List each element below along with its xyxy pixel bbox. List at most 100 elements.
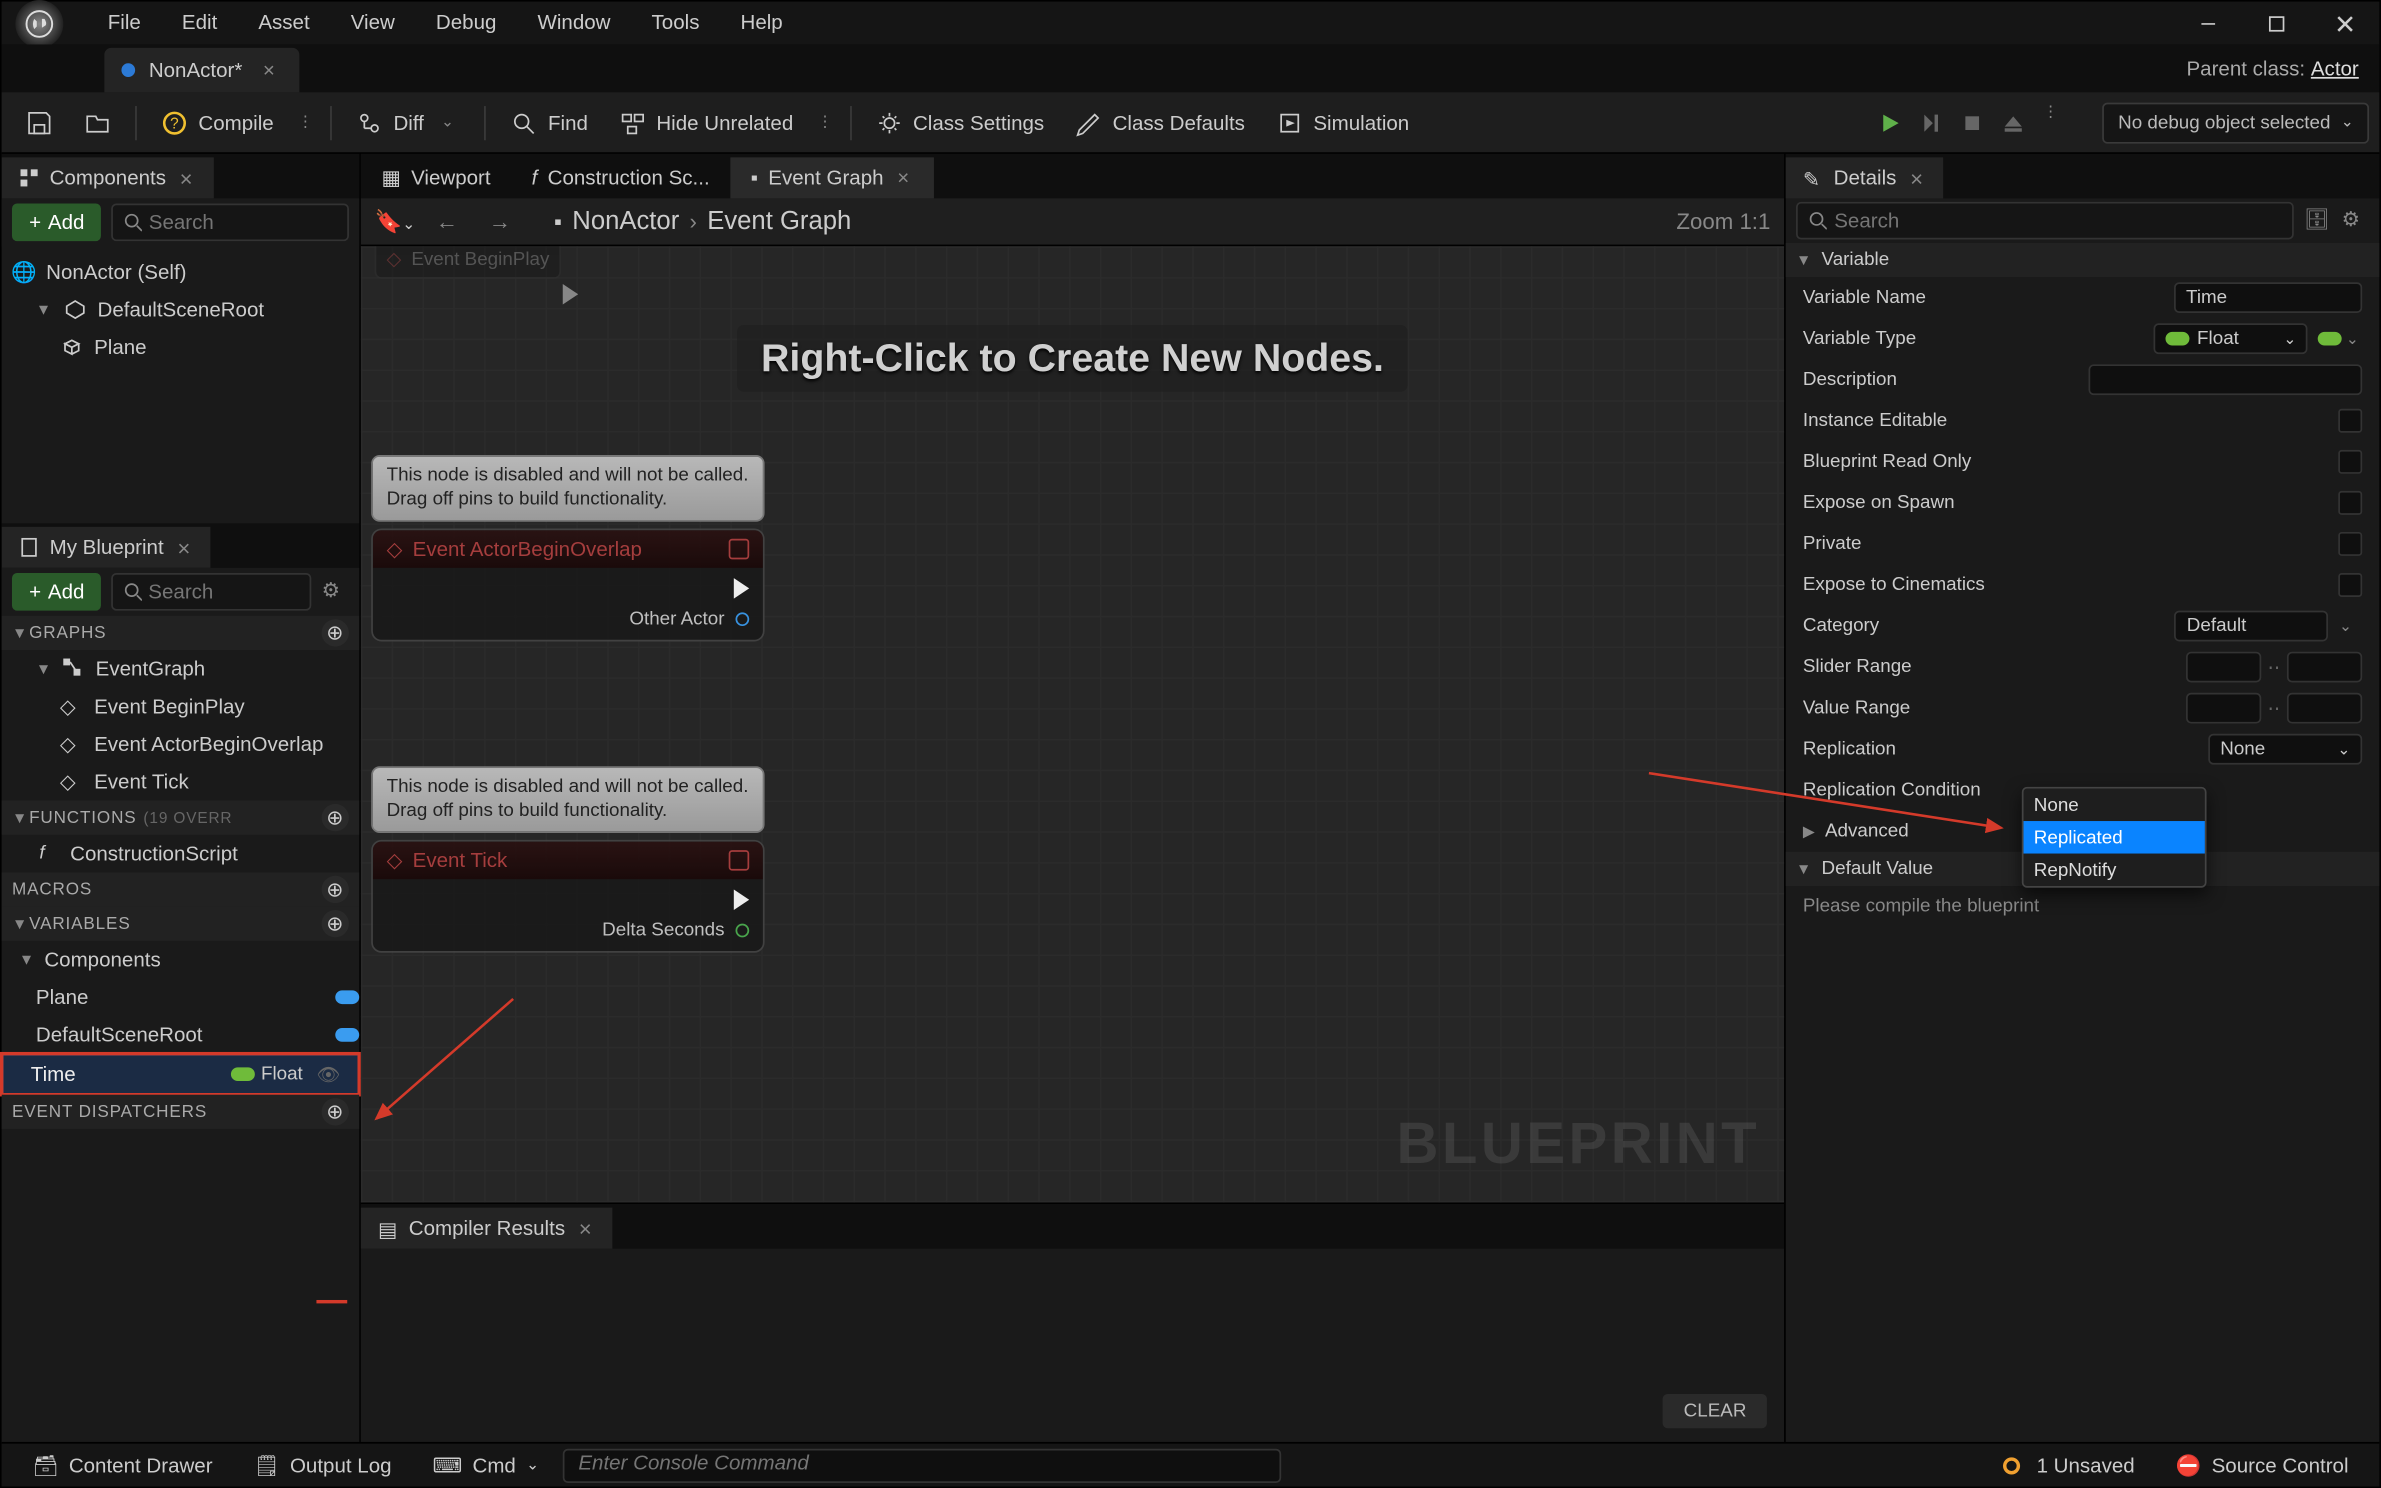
slider-max-input[interactable] — [2287, 652, 2362, 683]
viewport-tab[interactable]: ▦Viewport — [361, 157, 511, 198]
add-function-button[interactable]: ⊕ — [322, 804, 349, 831]
replication-option-replicated[interactable]: Replicated — [2024, 821, 2205, 853]
event-tick-item[interactable]: ◇Event Tick — [2, 763, 359, 801]
functions-header[interactable]: ▼FUNCTIONS(19 OVERR⊕ — [2, 801, 359, 835]
constructionscript-item[interactable]: fConstructionScript — [2, 835, 359, 873]
eject-button[interactable] — [1995, 102, 2033, 143]
bp-readonly-checkbox[interactable] — [2338, 450, 2362, 474]
add-macro-button[interactable]: ⊕ — [322, 876, 349, 903]
cmd-button[interactable]: ⌨Cmd⌄ — [415, 1446, 556, 1484]
variable-type-combo[interactable]: Float⌄ — [2154, 323, 2308, 354]
expose-cine-checkbox[interactable] — [2338, 573, 2362, 597]
browse-button[interactable] — [70, 98, 125, 146]
replication-option-none[interactable]: None — [2024, 789, 2205, 821]
menu-edit[interactable]: Edit — [161, 2, 237, 45]
add-dispatcher-button[interactable]: ⊕ — [322, 1098, 349, 1125]
close-compiler-tab[interactable]: × — [575, 1215, 595, 1241]
node-toggle-icon[interactable] — [728, 849, 749, 870]
eventdispatchers-header[interactable]: EVENT DISPATCHERS⊕ — [2, 1095, 359, 1129]
var-time[interactable]: Time Float👁 — [2, 1054, 359, 1095]
container-type-icon[interactable] — [2319, 332, 2343, 346]
node-actoroverlap[interactable]: ◇Event ActorBeginOverlap Other Actor — [371, 528, 764, 641]
unsaved-indicator[interactable]: 1 Unsaved — [1985, 1446, 2152, 1484]
macros-header[interactable]: MACROS⊕ — [2, 872, 359, 906]
output-log-button[interactable]: 🗒Output Log — [237, 1446, 409, 1484]
replication-option-repnotify[interactable]: RepNotify — [2024, 854, 2205, 886]
components-group[interactable]: ▼Components — [2, 941, 359, 979]
instance-editable-checkbox[interactable] — [2338, 409, 2362, 433]
output-pin[interactable] — [735, 923, 749, 937]
description-input[interactable] — [2089, 364, 2363, 395]
minimize-button[interactable] — [2174, 2, 2242, 45]
class-defaults-button[interactable]: Class Defaults — [1061, 98, 1258, 146]
hide-unrelated-dropdown[interactable]: ⋮ — [810, 113, 839, 132]
menu-tools[interactable]: Tools — [631, 2, 720, 45]
diff-button[interactable]: Diff⌄ — [342, 98, 474, 146]
find-button[interactable]: Find — [497, 98, 602, 146]
stop-button[interactable] — [1954, 102, 1992, 143]
event-overlap-item[interactable]: ◇Event ActorBeginOverlap — [2, 725, 359, 763]
myblueprint-search-input[interactable] — [148, 580, 299, 604]
eventgraph-tab[interactable]: ▪Event Graph× — [730, 157, 933, 198]
close-components-tab[interactable]: × — [176, 165, 196, 191]
step-button[interactable] — [1913, 102, 1951, 143]
maximize-button[interactable] — [2242, 2, 2310, 45]
close-details-tab[interactable]: × — [1907, 165, 1927, 191]
menu-asset[interactable]: Asset — [238, 2, 330, 45]
details-settings-icon[interactable]: ⚙ — [2342, 207, 2369, 234]
myblueprint-tab[interactable]: My Blueprint× — [2, 527, 211, 568]
play-button[interactable] — [1872, 102, 1910, 143]
expose-spawn-checkbox[interactable] — [2338, 491, 2362, 515]
menu-view[interactable]: View — [330, 2, 415, 45]
variables-header[interactable]: ▼VARIABLES⊕ — [2, 907, 359, 941]
add-component-button[interactable]: +Add — [12, 204, 102, 242]
compile-dropdown[interactable]: ⋮ — [291, 113, 320, 132]
replication-combo[interactable]: None⌄ — [2208, 734, 2362, 765]
bookmark-icon[interactable]: 🔖⌄ — [375, 208, 416, 235]
value-min-input[interactable] — [2185, 693, 2260, 724]
event-beginplay-item[interactable]: ◇Event BeginPlay — [2, 688, 359, 726]
node-toggle-icon[interactable] — [728, 538, 749, 559]
details-view-icon[interactable]: 🗄 — [2304, 207, 2331, 234]
save-button[interactable] — [12, 98, 67, 146]
exec-pin-icon[interactable] — [563, 284, 578, 305]
cmd-input[interactable] — [578, 1450, 1266, 1474]
cmd-input-wrap[interactable] — [563, 1448, 1281, 1482]
compile-button[interactable]: ?Compile — [147, 98, 287, 146]
components-tab[interactable]: Components× — [2, 157, 213, 198]
graph-canvas[interactable]: Right-Click to Create New Nodes. BLUEPRI… — [361, 246, 1784, 1202]
slider-min-input[interactable] — [2185, 652, 2260, 683]
class-settings-button[interactable]: Class Settings — [862, 98, 1058, 146]
variable-name-input[interactable] — [2174, 282, 2362, 313]
menu-help[interactable]: Help — [720, 2, 803, 45]
private-checkbox[interactable] — [2338, 532, 2362, 556]
close-eventgraph-tab[interactable]: × — [894, 166, 913, 190]
node-beginplay-ghost[interactable]: ◇Event BeginPlay — [375, 246, 562, 278]
nav-forward[interactable]: → — [478, 209, 521, 235]
close-myblueprint-tab[interactable]: × — [174, 535, 194, 561]
graphs-header[interactable]: ▼GRAPHS⊕ — [2, 616, 359, 650]
add-blueprint-button[interactable]: +Add — [12, 573, 102, 611]
component-scene-root[interactable]: ▼DefaultSceneRoot — [2, 291, 359, 329]
var-sceneroot[interactable]: DefaultSceneRoot — [2, 1016, 359, 1054]
source-control-button[interactable]: ⛔Source Control — [2159, 1446, 2366, 1484]
details-search[interactable] — [1796, 202, 2294, 240]
menu-file[interactable]: File — [87, 2, 161, 45]
document-tab[interactable]: NonActor* × — [104, 48, 299, 92]
parent-class-link[interactable]: Actor — [2311, 56, 2359, 80]
var-plane[interactable]: Plane — [2, 978, 359, 1016]
add-graph-button[interactable]: ⊕ — [322, 619, 349, 646]
category-dropdown-icon[interactable]: ⌄ — [2329, 617, 2362, 636]
value-max-input[interactable] — [2287, 693, 2362, 724]
node-eventtick[interactable]: ◇Event Tick Delta Seconds — [371, 839, 764, 952]
component-root[interactable]: 🌐NonActor (Self) — [2, 253, 359, 291]
breadcrumb-root[interactable]: NonActor — [572, 207, 679, 236]
breadcrumb-leaf[interactable]: Event Graph — [707, 207, 851, 236]
clear-button[interactable]: CLEAR — [1663, 1394, 1767, 1428]
category-combo[interactable]: Default — [2175, 611, 2329, 642]
variable-section-header[interactable]: ▼Variable — [1786, 243, 2380, 277]
details-tab[interactable]: ✎Details× — [1786, 157, 1944, 198]
content-drawer-button[interactable]: 🗃Content Drawer — [15, 1446, 229, 1484]
play-options-dropdown[interactable]: ⋮ — [2036, 102, 2065, 143]
menu-window[interactable]: Window — [517, 2, 631, 45]
